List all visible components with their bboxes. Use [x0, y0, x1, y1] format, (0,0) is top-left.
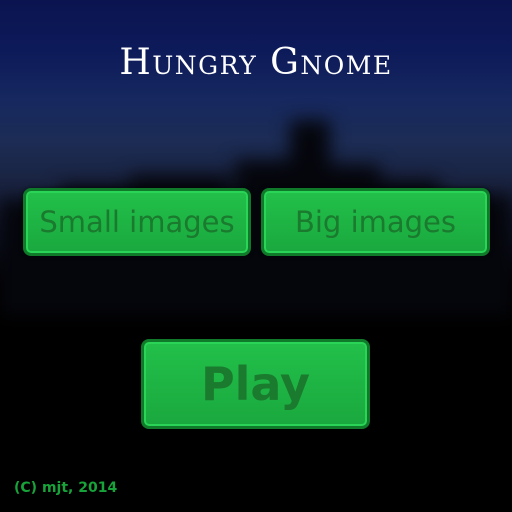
copyright-text: (C) mjt, 2014 [14, 480, 118, 496]
play-button[interactable]: Play [141, 339, 370, 429]
game-title: Hungry Gnome [119, 42, 393, 83]
big-images-button[interactable]: Big images [261, 188, 490, 256]
game-screen: Hungry Gnome Small images Big images Pla… [0, 0, 512, 512]
small-images-button[interactable]: Small images [23, 188, 251, 256]
